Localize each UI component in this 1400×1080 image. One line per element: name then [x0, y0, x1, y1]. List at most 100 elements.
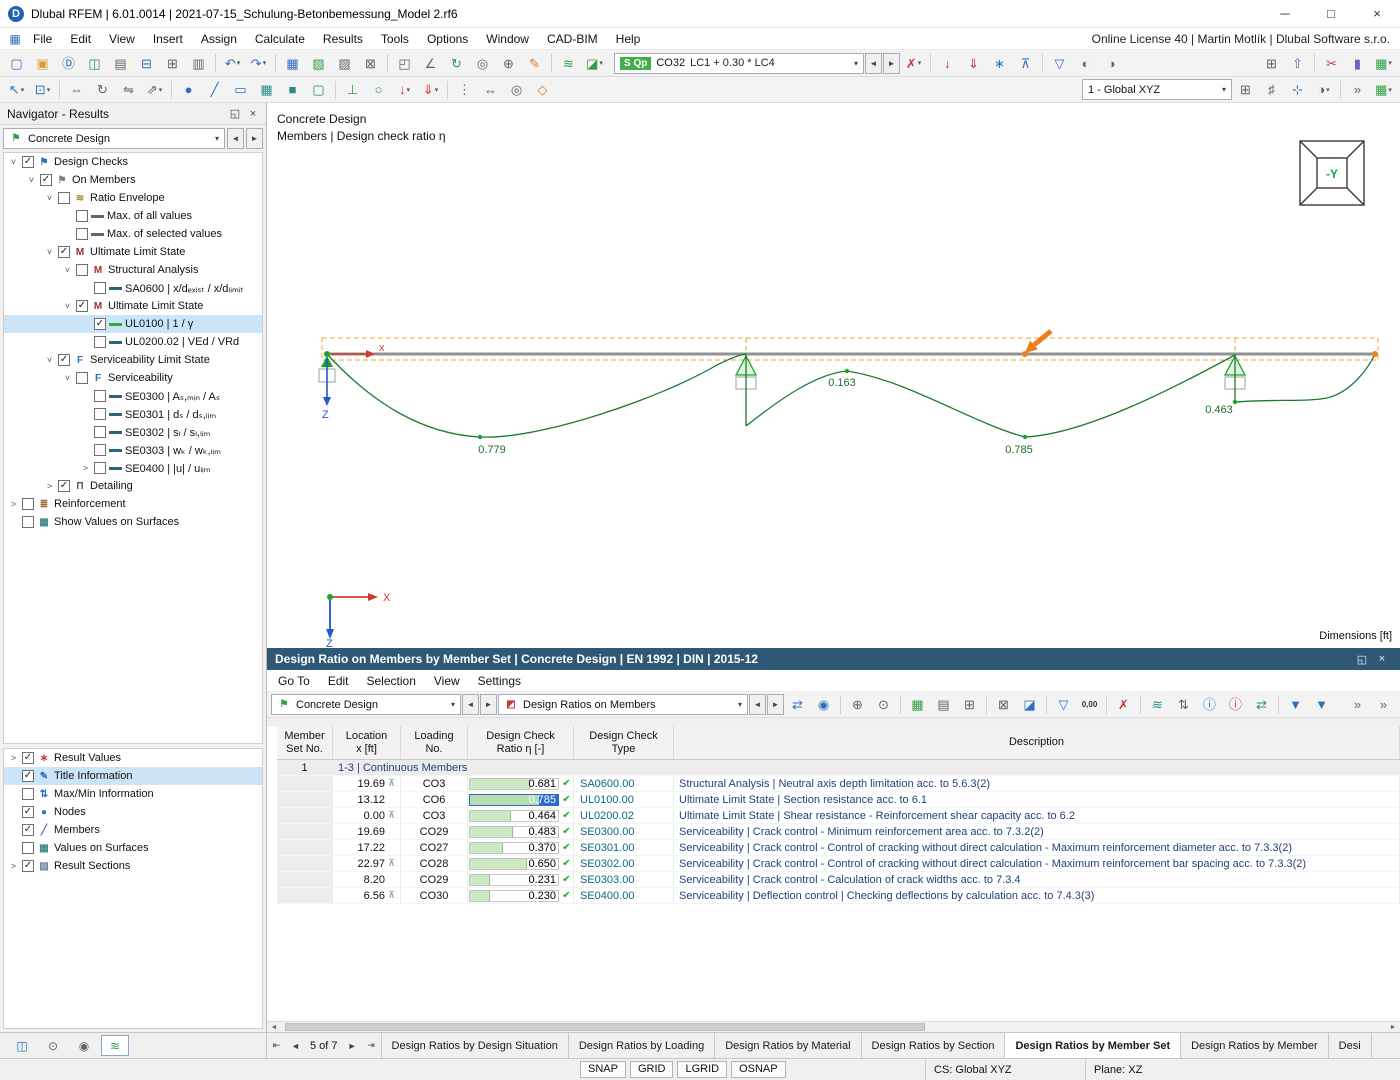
tree-item-ultimate-limit-state[interactable]: ˅✓MUltimate Limit State	[4, 297, 262, 315]
info-blue-icon[interactable]: ⓘ	[1197, 694, 1222, 716]
checkbox[interactable]: ✓	[58, 480, 70, 492]
load-values-icon[interactable]: ∗	[987, 52, 1012, 74]
checkbox[interactable]	[94, 282, 106, 294]
menu-tools[interactable]: Tools	[372, 30, 418, 48]
print-icon[interactable]: ⊞	[160, 52, 185, 74]
filter-members-icon[interactable]: ▼	[1283, 694, 1308, 716]
show-results-icon[interactable]: ≋	[556, 52, 581, 74]
tree-item-ratio-envelope[interactable]: ˅≋Ratio Envelope	[4, 189, 262, 207]
expand-panel-icon[interactable]: »	[1345, 694, 1370, 716]
node-tool-icon[interactable]: ●	[176, 79, 201, 101]
expand-arrow-icon[interactable]: ˃	[8, 861, 19, 871]
float-panel-icon[interactable]: ◱	[226, 105, 244, 123]
load-case-next-button[interactable]: ►	[883, 53, 900, 74]
checkbox[interactable]: ✓	[22, 860, 34, 872]
checkbox[interactable]	[76, 264, 88, 276]
checkbox[interactable]: ✓	[22, 770, 34, 782]
cut-pattern-icon[interactable]: ✂	[1319, 52, 1344, 74]
tab-design-ratios-by-member-set[interactable]: Design Ratios by Member Set	[1005, 1033, 1181, 1058]
table-group-row[interactable]: 11-3 | Continuous Members	[277, 760, 1400, 776]
select-box-icon[interactable]: ⊡▾	[30, 79, 55, 101]
table-panel-titlebar[interactable]: Design Ratio on Members by Member Set | …	[267, 648, 1400, 670]
checkbox[interactable]: ✓	[76, 300, 88, 312]
checkbox[interactable]	[76, 228, 88, 240]
checkbox[interactable]: ✓	[22, 806, 34, 818]
pan-icon[interactable]: ⊕	[496, 52, 521, 74]
tree-item-detailing[interactable]: ˃✓ΠDetailing	[4, 477, 262, 495]
hinge-tool-icon[interactable]: ○	[366, 79, 391, 101]
filter-results-icon[interactable]: ▽	[1047, 52, 1072, 74]
checkbox[interactable]	[94, 426, 106, 438]
collapse-arrow-icon[interactable]: ˅	[26, 175, 37, 185]
checkbox[interactable]: ✓	[22, 752, 34, 764]
tree-item-se0301-d-d[interactable]: SE0301 | dₛ / dₛ,ₗᵢₘ	[4, 405, 262, 423]
graphics-window[interactable]: Concrete Design Members | Design check r…	[267, 103, 1400, 648]
tree-item-result-sections[interactable]: ˃✓▨Result Sections	[4, 857, 262, 875]
menu-window[interactable]: Window	[477, 30, 538, 48]
tab-design-ratios-by-material[interactable]: Design Ratios by Material	[715, 1033, 861, 1058]
minimize-button[interactable]: ─	[1262, 0, 1308, 27]
close-button[interactable]: ×	[1354, 0, 1400, 27]
status-toggle-osnap[interactable]: OSNAP	[731, 1061, 786, 1078]
collapse-arrow-icon[interactable]: ˅	[44, 355, 55, 365]
checkbox[interactable]	[22, 788, 34, 800]
tree-item-members[interactable]: ✓╱Members	[4, 821, 262, 839]
decimal-places-icon[interactable]: 0,00	[1077, 694, 1102, 716]
tree-item-sa0600-x-d-x-d[interactable]: SA0600 | x/dₑₓᵢₛₜ / x/dₗᵢₘᵢₜ	[4, 279, 262, 297]
expand-arrow-icon[interactable]: ˃	[8, 499, 19, 509]
navigator-design-combo[interactable]: ⚑ Concrete Design ▾	[3, 128, 225, 149]
result-filter-icon[interactable]: ▽	[1051, 694, 1076, 716]
model-manager-icon[interactable]: ◫	[82, 52, 107, 74]
tree-item-show-values-on-surfaces[interactable]: ▦Show Values on Surfaces	[4, 513, 262, 531]
axes-icon[interactable]: ⊹	[1285, 79, 1310, 101]
copy-table-icon[interactable]: ⊠	[991, 694, 1016, 716]
menu-insert[interactable]: Insert	[144, 30, 192, 48]
collapse-arrow-icon[interactable]: ˅	[44, 247, 55, 257]
collapse-arrow-icon[interactable]: ˅	[62, 301, 73, 311]
menu-help[interactable]: Help	[607, 30, 650, 48]
checkbox[interactable]: ✓	[22, 156, 34, 168]
scroll-right-icon[interactable]: ►	[1386, 1024, 1400, 1031]
close-panel-icon[interactable]: ×	[1372, 653, 1392, 665]
smooth-icon[interactable]: ≋	[1145, 694, 1170, 716]
measure-icon[interactable]: ∠	[418, 52, 443, 74]
menu-assign[interactable]: Assign	[192, 30, 246, 48]
navigator-header[interactable]: Navigator - Results ◱ ×	[0, 103, 266, 125]
comment-icon[interactable]: ✎	[522, 52, 547, 74]
csv-export-icon[interactable]: ▤	[931, 694, 956, 716]
tree-item-reinforcement[interactable]: ˃≣Reinforcement	[4, 495, 262, 513]
navigator-prev-button[interactable]: ◄	[227, 128, 244, 149]
tree-item-nodes[interactable]: ✓●Nodes	[4, 803, 262, 821]
table-view-combo[interactable]: ◩ Design Ratios on Members ▾	[498, 694, 748, 715]
checkbox[interactable]: ✓	[94, 318, 106, 330]
dlubal-center-icon[interactable]: Ⓓ	[56, 52, 81, 74]
expand-arrow-icon[interactable]: ˃	[8, 753, 19, 763]
tree-item-ul0100-1[interactable]: ✓UL0100 | 1 / γ	[4, 315, 262, 333]
navigator-views-tab[interactable]: ◉	[70, 1035, 98, 1056]
table-design-combo[interactable]: ⚑ Concrete Design ▾	[271, 694, 461, 715]
table-design-next-button[interactable]: ►	[480, 694, 497, 715]
table-menu-view[interactable]: View	[425, 672, 469, 690]
checkbox[interactable]: ✓	[58, 354, 70, 366]
status-toggle-grid[interactable]: GRID	[630, 1061, 674, 1078]
tree-item-serviceability-limit-state[interactable]: ˅✓FServiceability Limit State	[4, 351, 262, 369]
maximize-button[interactable]: □	[1308, 0, 1354, 27]
navigator-data-tab[interactable]: ◫	[8, 1035, 36, 1056]
checkbox[interactable]	[22, 498, 34, 510]
menu-results[interactable]: Results	[314, 30, 372, 48]
result-diagram-icon[interactable]: ◪▾	[582, 52, 607, 74]
model-canvas[interactable]: x Z 0.779 0.163 0.785 0.463	[267, 103, 1400, 648]
redo-icon[interactable]: ↷▾	[246, 52, 271, 74]
prev-table-button[interactable]: ◄	[286, 1033, 305, 1058]
tab-design-ratios-by-section[interactable]: Design Ratios by Section	[862, 1033, 1006, 1058]
print-table-icon[interactable]: ⊞	[957, 694, 982, 716]
clipping-icon[interactable]: ◑	[1099, 52, 1124, 74]
checkbox[interactable]	[58, 192, 70, 204]
collapse-arrow-icon[interactable]: ˅	[8, 157, 19, 167]
overflow-icon[interactable]: »	[1345, 79, 1370, 101]
collapse-arrow-icon[interactable]: ˅	[62, 373, 73, 383]
node-1[interactable]	[324, 351, 330, 357]
table-view-next-button[interactable]: ►	[767, 694, 784, 715]
mirror-icon[interactable]: ⇋	[116, 79, 141, 101]
collapse-arrow-icon[interactable]: ˅	[44, 193, 55, 203]
